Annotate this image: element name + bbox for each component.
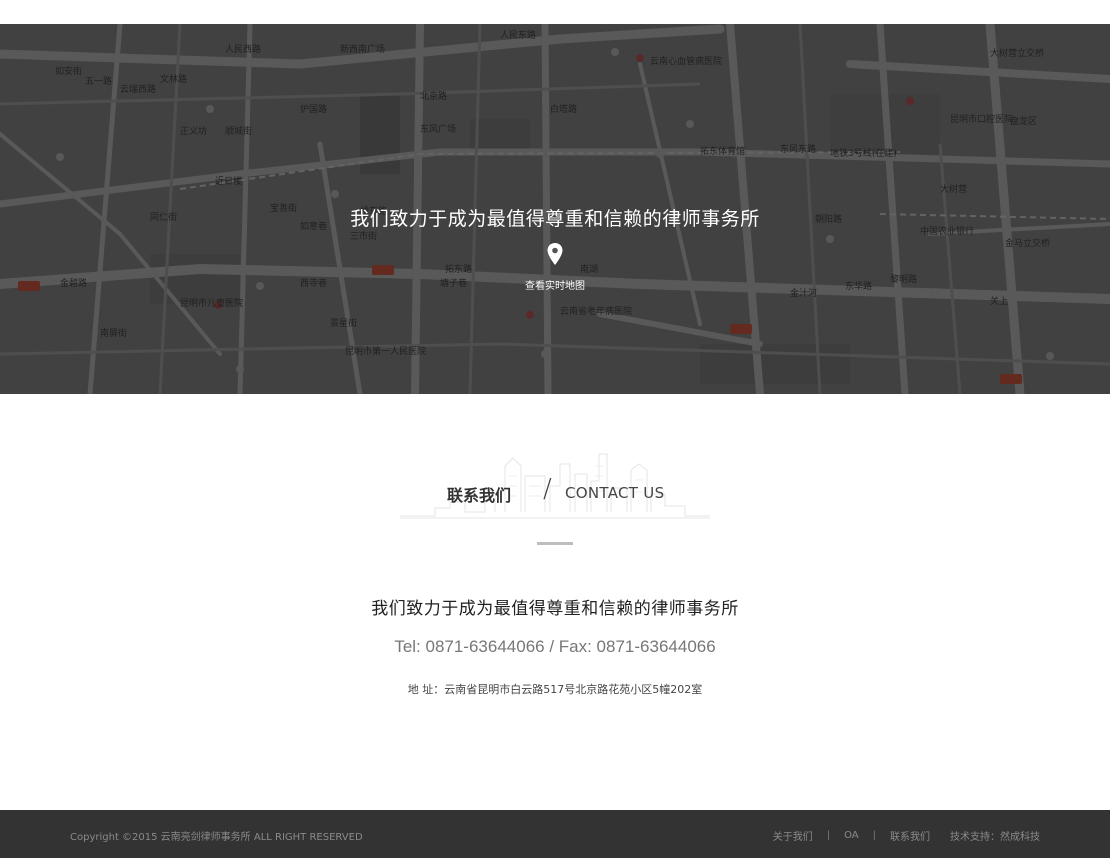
tech-support-text: 技术支持：然成科技 (950, 832, 1040, 843)
copyright-text: Copyright ©2015 云南亮剑律师事务所 ALL RIGHT RESE… (70, 832, 363, 843)
contact-phone-fax: Tel: 0871-63644066 / Fax: 0871-63644066 (394, 637, 716, 656)
title-en: CONTACT US (565, 484, 665, 502)
city-skyline-illustration (400, 453, 710, 519)
section-title: 联系我们 / CONTACT US (395, 446, 715, 526)
title-cn: 联系我们 (447, 486, 512, 505)
footer: Copyright ©2015 云南亮剑律师事务所 ALL RIGHT RESE… (0, 810, 1110, 858)
footer-separator: | (826, 830, 831, 841)
contact-address: 地 址：云南省昆明市白云路517号北京路花苑小区5幢202室 (407, 683, 703, 696)
title-slash-divider: / (543, 474, 552, 504)
contact-section: 联系我们 / CONTACT US 我们致力于成为最值得尊重和信赖的律师事务所 … (0, 394, 1110, 810)
title-underline (537, 542, 573, 545)
map-hero: 人民西路 新西南广场 人民东路 云南心血管病医院 大树营立交桥 如安街 五一路 云瑞西路 文林路… (0, 24, 1110, 394)
footer-nav: 关于我们 | OA | 联系我们 技术支持：然成科技 (773, 828, 1040, 843)
hero-content: 我们致力于成为最值得尊重和信赖的律师事务所 查看实时地图 (0, 204, 1110, 293)
footer-link-oa[interactable]: OA (844, 830, 859, 841)
footer-link-contact[interactable]: 联系我们 (890, 828, 930, 843)
footer-separator: | (872, 830, 876, 841)
view-live-map-link[interactable]: 查看实时地图 (525, 277, 585, 292)
footer-link-about[interactable]: 关于我们 (773, 828, 813, 843)
contact-slogan: 我们致力于成为最值得尊重和信赖的律师事务所 (371, 599, 739, 619)
location-pin-icon (547, 243, 563, 265)
hero-slogan: 我们致力于成为最值得尊重和信赖的律师事务所 (350, 208, 760, 230)
